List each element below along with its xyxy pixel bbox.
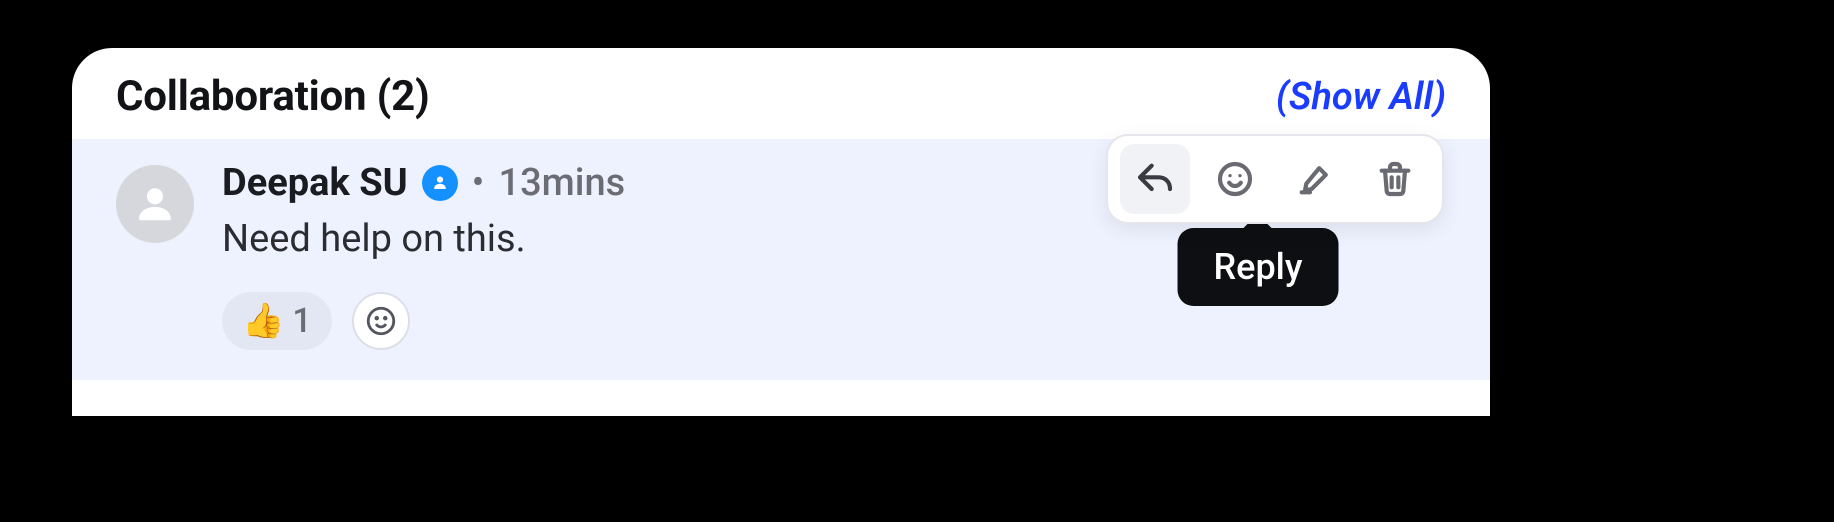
smiley-icon [1215,159,1255,199]
reaction-count: 1 [292,301,311,341]
card-footer [72,380,1490,416]
react-button[interactable] [1200,144,1270,214]
pencil-icon [1295,159,1335,199]
add-reaction-button[interactable] [352,292,410,350]
card-header: Collaboration (2) (Show All) [72,48,1490,139]
show-all-link[interactable]: (Show All) [1276,75,1446,119]
author-name: Deepak SU [222,161,408,205]
reaction-thumbs-up[interactable]: 👍 1 [222,292,332,350]
section-title: Collaboration (2) [116,72,430,121]
thumbs-up-icon: 👍 [242,304,284,338]
trash-icon [1375,159,1415,199]
smiley-icon [364,304,398,338]
edit-button[interactable] [1280,144,1350,214]
collaboration-card: Collaboration (2) (Show All) Deepak SU [72,48,1490,416]
reply-icon [1135,159,1175,199]
reply-button[interactable] [1120,144,1190,214]
person-icon [132,181,178,227]
delete-button[interactable] [1360,144,1430,214]
reply-tooltip: Reply [1178,228,1339,306]
user-badge-icon [422,165,458,201]
comment-time: 13mins [498,161,625,205]
avatar [116,165,194,243]
comment-action-toolbar [1106,134,1444,224]
meta-separator: • [472,161,485,205]
